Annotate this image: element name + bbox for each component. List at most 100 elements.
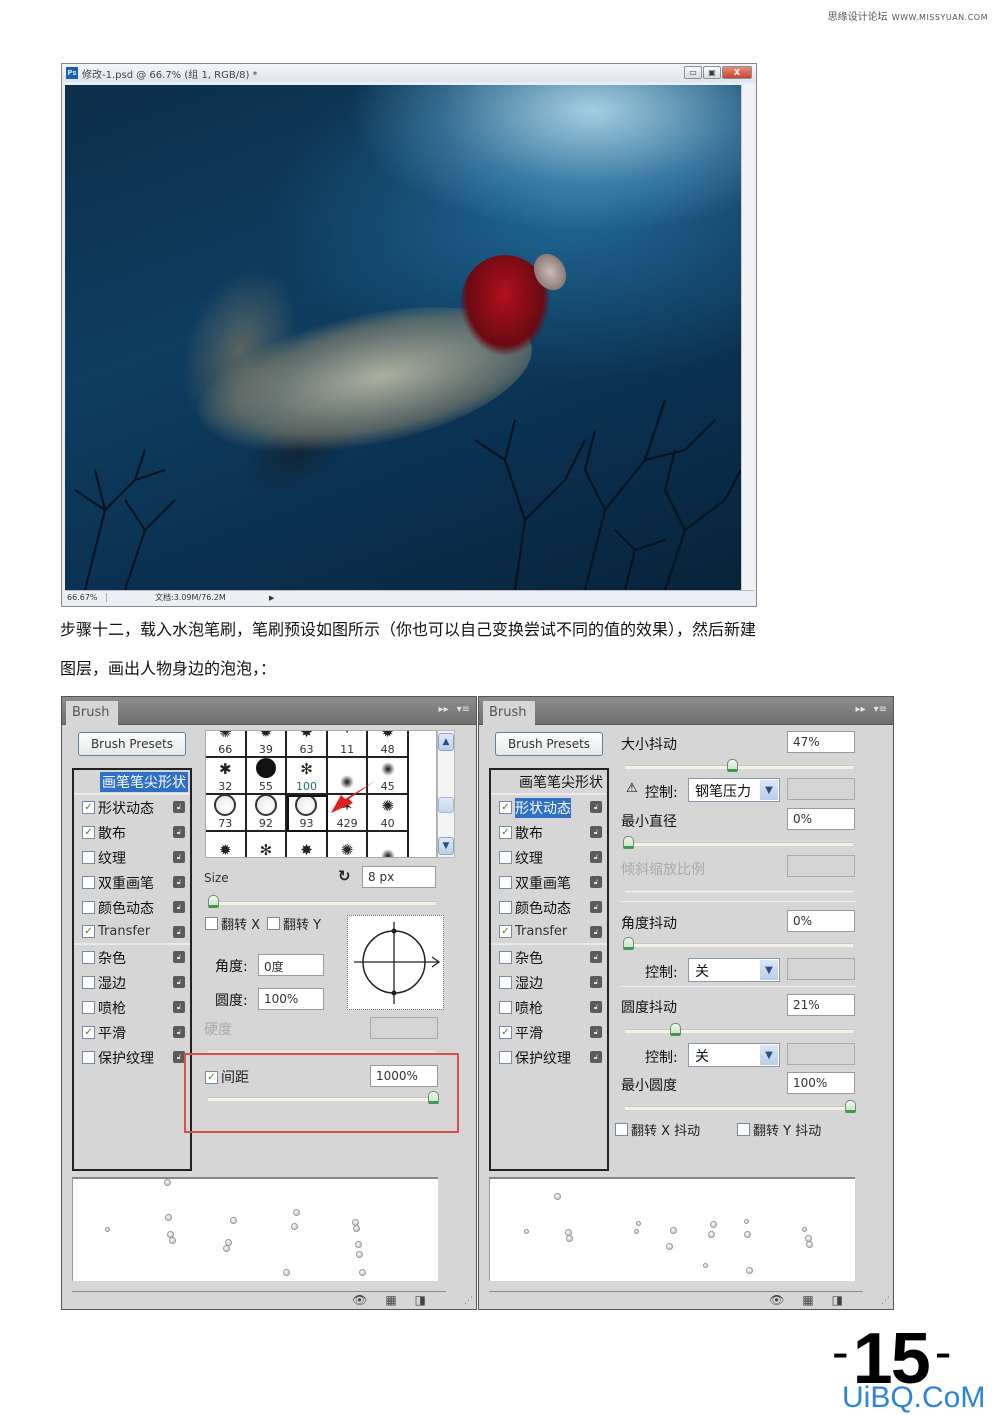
- brush-tip-cell[interactable]: ✱ 32: [206, 758, 247, 795]
- lock-icon[interactable]: 🔓︎: [173, 951, 185, 963]
- resize-grip-icon[interactable]: ⋰: [464, 1296, 473, 1306]
- min-diameter-slider[interactable]: [623, 836, 853, 849]
- spacing-checkbox[interactable]: ✓ 间距: [205, 1067, 249, 1087]
- close-button[interactable]: X: [722, 66, 752, 79]
- lock-icon[interactable]: 🔓︎: [173, 926, 185, 938]
- angle-jitter-field[interactable]: 0%: [787, 910, 855, 932]
- brush-option-item[interactable]: 纹理 🔓︎: [491, 845, 607, 870]
- maximize-button[interactable]: ▣: [703, 66, 721, 79]
- lock-icon[interactable]: 🔓︎: [173, 901, 185, 913]
- brush-option-item[interactable]: 纹理 🔓︎: [74, 845, 190, 870]
- min-roundness-field[interactable]: 100%: [787, 1072, 855, 1094]
- control-dropdown-1[interactable]: 钢笔压力 ▼: [688, 778, 780, 802]
- brush-tip-cell[interactable]: ✹ 48: [368, 731, 409, 758]
- lock-icon[interactable]: 🔓︎: [173, 801, 185, 813]
- brush-option-item[interactable]: 画笔笔尖形状: [74, 770, 190, 795]
- flip-y-checkbox[interactable]: 翻转 Y: [267, 914, 321, 933]
- lock-icon[interactable]: 🔓︎: [590, 1026, 602, 1038]
- flip-y-jitter-checkbox[interactable]: 翻转 Y 抖动: [737, 1120, 821, 1139]
- option-checkbox[interactable]: [499, 1001, 512, 1014]
- roundness-jitter-slider[interactable]: [625, 1023, 853, 1036]
- option-checkbox[interactable]: ✓: [499, 801, 512, 814]
- size-slider[interactable]: [208, 895, 436, 908]
- option-checkbox[interactable]: [499, 976, 512, 989]
- collapse-icon[interactable]: ▸▸: [439, 704, 449, 715]
- brush-tip-cell[interactable]: ✸: [287, 832, 328, 857]
- brush-option-item[interactable]: ✓ 散布 🔓︎: [491, 820, 607, 845]
- brush-option-item[interactable]: 双重画笔 🔓︎: [491, 870, 607, 895]
- flip-x-jitter-checkbox[interactable]: 翻转 X 抖动: [615, 1120, 700, 1139]
- status-menu-arrow-icon[interactable]: ▶: [269, 594, 274, 602]
- brush-tip-cell[interactable]: [368, 832, 409, 857]
- toggle-live-tip-icon[interactable]: 👁: [769, 1293, 784, 1307]
- lock-icon[interactable]: 🔓︎: [173, 1001, 185, 1013]
- brush-option-item[interactable]: 保护纹理 🔓︎: [74, 1045, 190, 1070]
- brush-angle-preview[interactable]: [347, 915, 444, 1010]
- brush-tip-cell[interactable]: 55: [246, 758, 288, 795]
- brush-option-item[interactable]: 杂色 🔓︎: [74, 945, 190, 970]
- reset-size-icon[interactable]: ↻: [338, 867, 351, 885]
- brush-tip-cell[interactable]: ✺: [328, 832, 369, 857]
- flip-y-jitter-box[interactable]: [737, 1123, 750, 1136]
- scroll-down-icon[interactable]: ▼: [438, 837, 454, 855]
- spacing-slider[interactable]: [208, 1091, 439, 1104]
- lock-icon[interactable]: 🔓︎: [590, 876, 602, 888]
- document-canvas[interactable]: [65, 85, 741, 590]
- option-checkbox[interactable]: [499, 876, 512, 889]
- lock-icon[interactable]: 🔓︎: [590, 901, 602, 913]
- option-checkbox[interactable]: ✓: [82, 1026, 95, 1039]
- brush-option-item[interactable]: ✓ 平滑 🔓︎: [74, 1020, 190, 1045]
- brush-option-item[interactable]: 保护纹理 🔓︎: [491, 1045, 607, 1070]
- scroll-thumb[interactable]: [438, 797, 454, 813]
- lock-icon[interactable]: 🔓︎: [590, 1001, 602, 1013]
- flip-y-box[interactable]: [267, 917, 280, 930]
- vertical-scrollbar[interactable]: [741, 85, 754, 590]
- lock-icon[interactable]: 🔓︎: [590, 826, 602, 838]
- spacing-check-box[interactable]: ✓: [205, 1070, 218, 1084]
- option-checkbox[interactable]: [499, 951, 512, 964]
- resize-grip-icon[interactable]: ⋰: [881, 1296, 890, 1306]
- size-jitter-thumb[interactable]: [727, 759, 739, 772]
- brush-tip-cell[interactable]: · 11: [327, 731, 369, 758]
- option-checkbox[interactable]: [499, 901, 512, 914]
- option-checkbox[interactable]: ✓: [82, 826, 95, 839]
- brush-preset-picker-icon[interactable]: ▦: [802, 1293, 813, 1307]
- min-diameter-field[interactable]: 0%: [787, 808, 855, 830]
- min-roundness-thumb[interactable]: [845, 1100, 856, 1113]
- brush-option-item[interactable]: 喷枪 🔓︎: [74, 995, 190, 1020]
- brush-tip-cell[interactable]: 73: [206, 794, 247, 832]
- brush-option-item[interactable]: 湿边 🔓︎: [491, 970, 607, 995]
- tab-brush[interactable]: Brush: [483, 701, 535, 725]
- brush-option-item[interactable]: 双重画笔 🔓︎: [74, 870, 190, 895]
- size-jitter-field[interactable]: 47%: [787, 731, 855, 753]
- option-checkbox[interactable]: [82, 1001, 95, 1014]
- chevron-down-icon[interactable]: ▼: [760, 780, 778, 800]
- brush-preset-picker-icon[interactable]: ▦: [385, 1293, 396, 1307]
- collapse-icon[interactable]: ▸▸: [856, 704, 866, 715]
- panel-menu-icon[interactable]: ▾≡: [457, 704, 470, 715]
- spacing-slider-thumb[interactable]: [428, 1091, 439, 1104]
- brush-tip-cell[interactable]: ✹ 39: [246, 731, 288, 758]
- min-roundness-slider[interactable]: [625, 1100, 856, 1113]
- brush-tip-cell[interactable]: ✸ 63: [287, 731, 328, 758]
- control-dropdown-3[interactable]: 关 ▼: [688, 1043, 780, 1067]
- spacing-field[interactable]: 1000%: [370, 1065, 438, 1087]
- chevron-down-icon[interactable]: ▼: [760, 960, 778, 980]
- brush-presets-button[interactable]: Brush Presets: [78, 732, 186, 756]
- brush-grid-scrollbar[interactable]: ▲ ▼: [437, 730, 455, 858]
- brush-option-item[interactable]: 湿边 🔓︎: [74, 970, 190, 995]
- brush-option-item[interactable]: ✓ 平滑 🔓︎: [491, 1020, 607, 1045]
- option-checkbox[interactable]: ✓: [499, 826, 512, 839]
- lock-icon[interactable]: 🔓︎: [173, 1026, 185, 1038]
- toggle-live-tip-icon[interactable]: 👁: [352, 1293, 367, 1307]
- option-checkbox[interactable]: [82, 901, 95, 914]
- lock-icon[interactable]: 🔓︎: [173, 851, 185, 863]
- lock-icon[interactable]: 🔓︎: [173, 826, 185, 838]
- option-checkbox[interactable]: [82, 876, 95, 889]
- option-checkbox[interactable]: ✓: [499, 925, 512, 938]
- size-field[interactable]: 8 px: [362, 866, 436, 888]
- brush-option-item[interactable]: ✓ Transfer 🔓︎: [74, 920, 190, 945]
- option-checkbox[interactable]: ✓: [499, 1026, 512, 1039]
- option-checkbox[interactable]: [82, 951, 95, 964]
- min-diameter-thumb[interactable]: [623, 836, 634, 849]
